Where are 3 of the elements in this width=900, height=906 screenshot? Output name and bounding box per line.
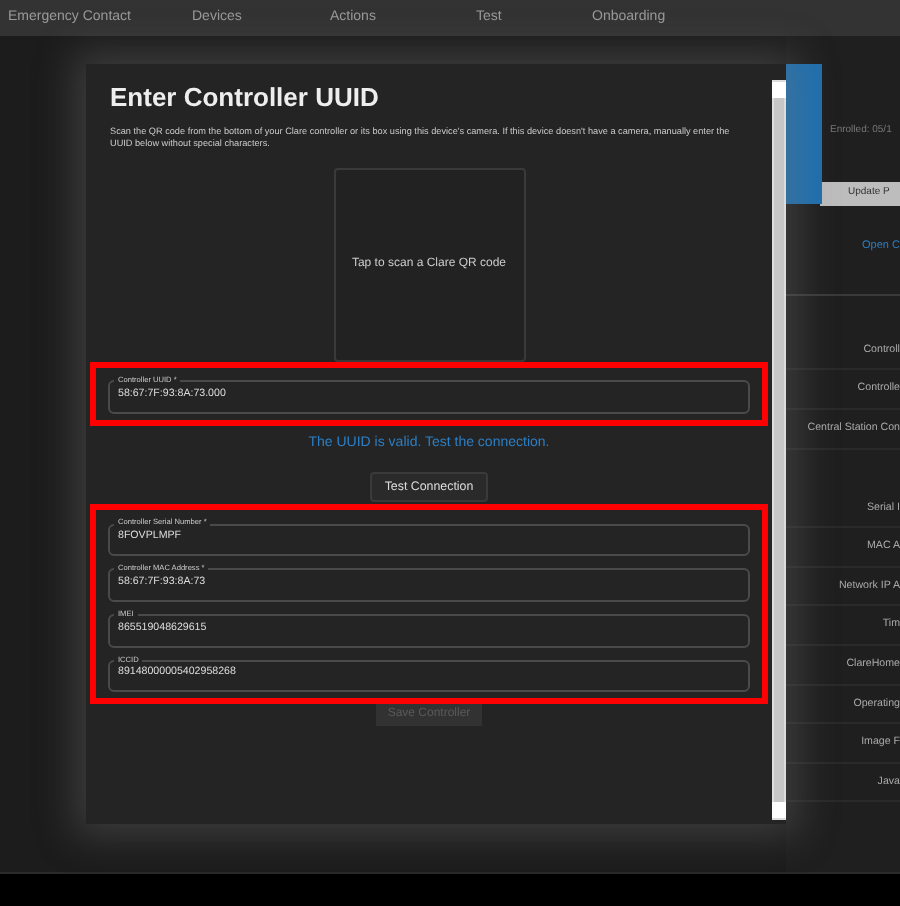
scrollbar[interactable] — [772, 80, 786, 820]
banner-panel — [786, 64, 822, 204]
dialog-title: Enter Controller UUID — [110, 80, 379, 116]
